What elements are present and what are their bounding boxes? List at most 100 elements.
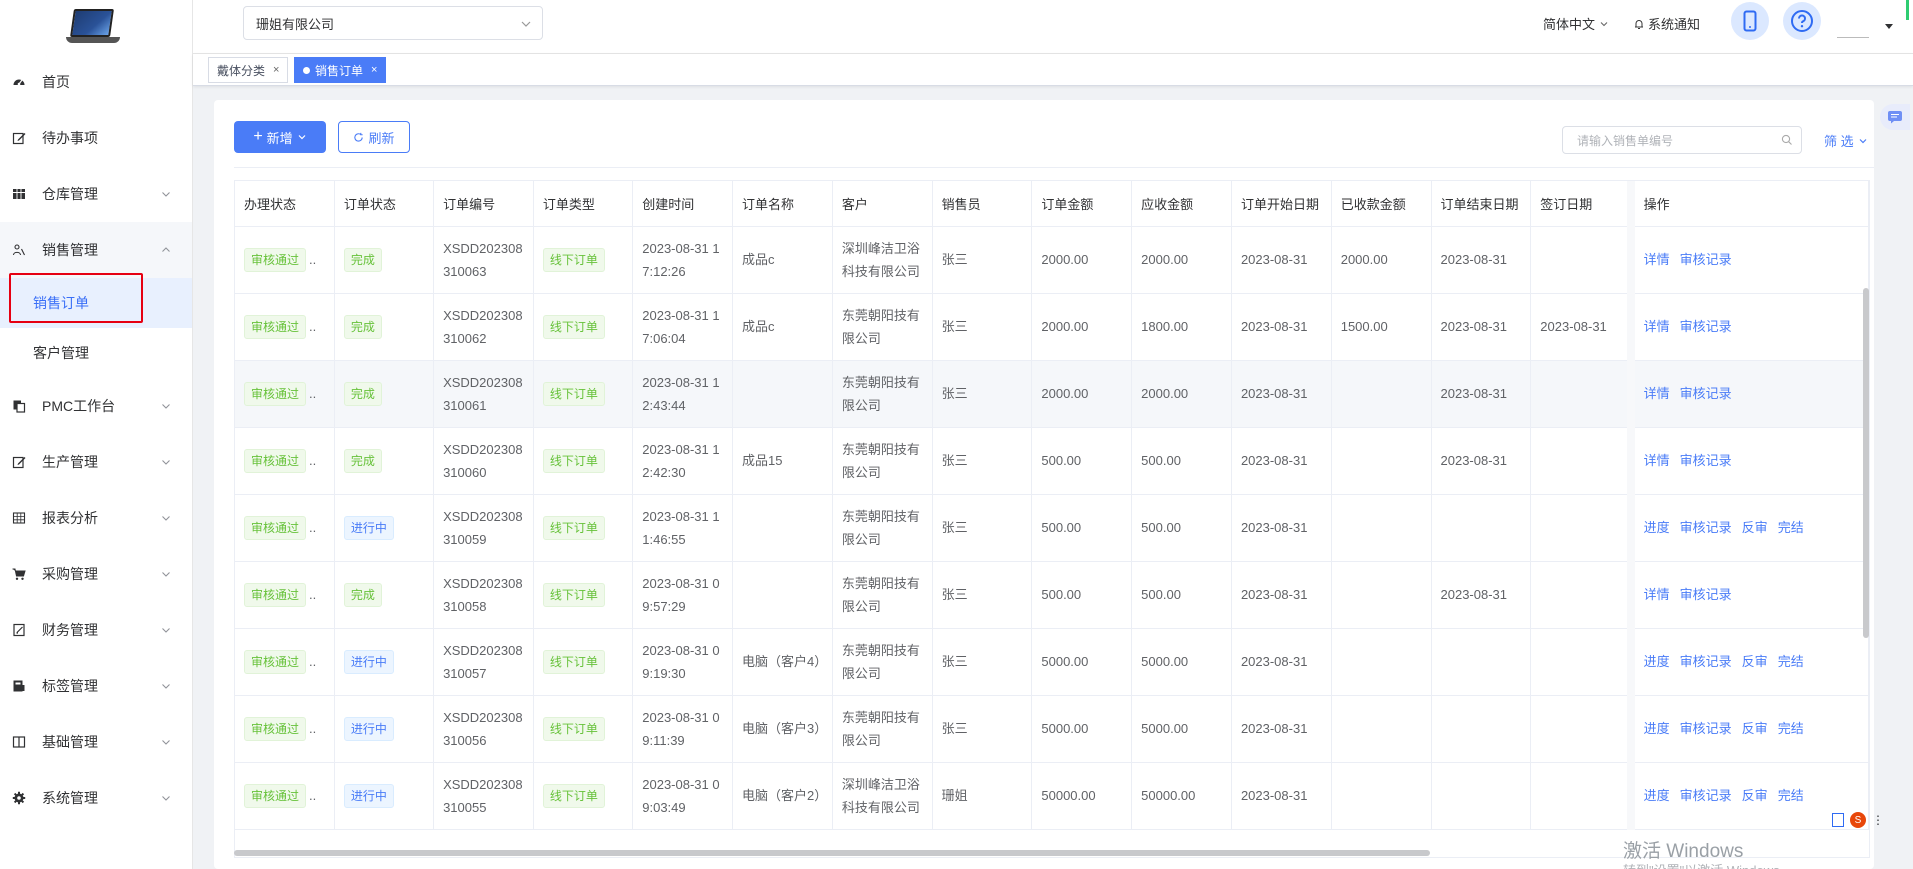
floating-chat-button[interactable] [1880, 104, 1910, 130]
cell-text: 2000.00 [1041, 319, 1089, 334]
order-search-input[interactable]: 请输入销售单编号 [1562, 126, 1802, 154]
row-action-link[interactable]: 反审 [1742, 721, 1768, 736]
cell-time: 2023-08-31 17:06:04 [632, 293, 734, 361]
vertical-scrollbar[interactable] [1863, 288, 1869, 638]
table-row[interactable]: 审核通过.. 完成 XSDD202308310062 线下订单 2023-08-31 1… [235, 293, 1869, 361]
table-row[interactable]: 审核通过.. 完成 XSDD202308310058 线下订单 2023-08-31 0… [235, 561, 1869, 629]
company-select[interactable]: 珊姐有限公司 [243, 6, 543, 40]
cell-operations: 进度 审核记录 反审 完结 [1626, 628, 1869, 696]
add-button[interactable]: + 新增 [234, 121, 326, 153]
cell-status: 完成 [334, 561, 435, 629]
row-action-link[interactable]: 完结 [1778, 654, 1804, 669]
sidebar-item-report[interactable]: 报表分析 [0, 490, 192, 546]
row-action-link[interactable]: 详情 [1644, 453, 1670, 468]
row-action-link[interactable]: 审核记录 [1680, 386, 1732, 401]
table-row[interactable]: 审核通过.. 完成 XSDD202308310063 线下订单 2023-08-31 1… [235, 226, 1869, 294]
row-action-link[interactable]: 反审 [1742, 788, 1768, 803]
cell-name: 成品c [732, 226, 833, 294]
cell-text: 2023-08-31 [1540, 319, 1607, 334]
row-action-link[interactable]: 进度 [1644, 788, 1670, 803]
sales-order-table: 办理状态 订单状态 订单编号 订单类型 创建时间 订单名称 客户 销售员 订单金额 应收金额 订单开… [234, 180, 1870, 858]
row-action-link[interactable]: 进度 [1644, 654, 1670, 669]
sidebar-subitem-sales-order[interactable]: 销售订单 [0, 278, 192, 328]
row-action-link[interactable]: 完结 [1778, 721, 1804, 736]
filter-button[interactable]: 筛 选 [1824, 131, 1868, 150]
row-action-link[interactable]: 审核记录 [1680, 319, 1732, 334]
cell-text: 2000.00 [1041, 252, 1089, 267]
row-action-link[interactable]: 审核记录 [1680, 721, 1732, 736]
sidebar-item-warehouse[interactable]: 仓库管理 [0, 166, 192, 222]
language-switch[interactable]: 简体中文 [1543, 14, 1609, 33]
table-row[interactable]: 审核通过.. 完成 XSDD202308310060 线下订单 2023-08-31 1… [235, 427, 1869, 495]
sidebar-item-label: 财务管理 [42, 622, 98, 638]
row-action-link[interactable]: 完结 [1778, 520, 1804, 535]
order-status-badge: 进行中 [343, 649, 394, 674]
cell-receivable: 1800.00 [1131, 293, 1232, 361]
table-row[interactable]: 审核通过.. 进行中 XSDD202308310056 线下订单 2023-08-31 … [235, 695, 1869, 763]
row-action-link[interactable]: 完结 [1778, 788, 1804, 803]
tag-icon [12, 679, 26, 693]
sidebar-item-home[interactable]: 首页 [0, 54, 192, 110]
sidebar-item-pmc[interactable]: PMC工作台 [0, 378, 192, 434]
cell-start: 2023-08-31 [1231, 293, 1332, 361]
refresh-button[interactable]: 刷新 [338, 121, 410, 153]
cell-sales: 张三 [932, 561, 1033, 629]
row-action-link[interactable]: 反审 [1742, 654, 1768, 669]
row-action-link[interactable]: 详情 [1644, 587, 1670, 602]
horizontal-scrollbar[interactable] [234, 850, 1430, 856]
row-action-link[interactable]: 审核记录 [1680, 587, 1732, 602]
column-header: 订单开始日期 [1231, 181, 1332, 227]
cell-receivable: 500.00 [1131, 427, 1232, 495]
column-header: 创建时间 [632, 181, 734, 227]
sidebar-item-finance[interactable]: 财务管理 [0, 602, 192, 658]
caret-down-icon[interactable] [1885, 24, 1893, 29]
chevron-down-icon [298, 135, 306, 140]
sidebar-item-todo[interactable]: 待办事项 [0, 110, 192, 166]
row-action-link[interactable]: 审核记录 [1680, 788, 1732, 803]
row-action-link[interactable]: 详情 [1644, 252, 1670, 267]
row-action-link[interactable]: 审核记录 [1680, 453, 1732, 468]
row-action-link[interactable]: 进度 [1644, 520, 1670, 535]
row-action-link[interactable]: 详情 [1644, 319, 1670, 334]
tab-sales-order[interactable]: 销售订单 × [294, 57, 387, 83]
cell-amount: 5000.00 [1031, 695, 1133, 763]
sidebar-item-label[interactable]: 标签管理 [0, 658, 192, 714]
help-button[interactable] [1783, 2, 1821, 40]
active-dot-icon [303, 66, 310, 74]
sidebar-item-purchase[interactable]: 采购管理 [0, 546, 192, 602]
company-select-value: 珊姐有限公司 [256, 16, 335, 32]
table-row[interactable]: 审核通过.. 进行中 XSDD202308310055 线下订单 2023-08-31 … [235, 762, 1869, 830]
tray-app-icon[interactable] [1832, 813, 1844, 827]
tray-more-icon[interactable]: ⋮ [1872, 813, 1884, 827]
sidebar-item-production[interactable]: 生产管理 [0, 434, 192, 490]
close-icon[interactable]: × [371, 64, 377, 76]
avatar[interactable] [1837, 4, 1869, 38]
tab-category[interactable]: 戴体分类 × [208, 57, 289, 83]
table-row[interactable]: 审核通过.. 进行中 XSDD202308310059 线下订单 2023-08-31 … [235, 494, 1869, 562]
cell-text: 2000.00 [1141, 386, 1189, 401]
sidebar-item-sales[interactable]: 销售管理 [0, 222, 192, 278]
system-notice[interactable]: 系统通知 [1633, 14, 1700, 33]
row-action-link[interactable]: 详情 [1644, 386, 1670, 401]
sidebar-subitem-customer[interactable]: 客户管理 [0, 328, 192, 378]
sogou-icon[interactable]: S [1850, 812, 1866, 828]
search-icon[interactable] [1781, 134, 1793, 146]
row-action-link[interactable]: 进度 [1644, 721, 1670, 736]
sidebar-item-basic[interactable]: 基础管理 [0, 714, 192, 770]
table-row[interactable]: 审核通过.. 完成 XSDD202308310061 线下订单 2023-08-31 1… [235, 360, 1869, 428]
table-row[interactable]: 审核通过.. 进行中 XSDD202308310057 线下订单 2023-08-31 … [235, 628, 1869, 696]
close-icon[interactable]: × [273, 64, 279, 76]
row-action-link[interactable]: 反审 [1742, 520, 1768, 535]
logo[interactable] [0, 0, 192, 54]
row-action-link[interactable]: 审核记录 [1680, 252, 1732, 267]
row-action-link[interactable]: 审核记录 [1680, 520, 1732, 535]
sidebar-item-system[interactable]: 系统管理 [0, 770, 192, 826]
cell-amount: 5000.00 [1031, 628, 1133, 696]
cell-proc: 审核通过.. [235, 427, 335, 495]
cell-operations: 进度 审核记录 反审 完结 [1626, 695, 1869, 763]
order-status-badge: 完成 [343, 582, 382, 607]
row-action-link[interactable]: 审核记录 [1680, 654, 1732, 669]
ellipsis: .. [309, 385, 317, 401]
cell-text: 珊姐 [941, 788, 968, 803]
mobile-button[interactable] [1731, 2, 1769, 40]
